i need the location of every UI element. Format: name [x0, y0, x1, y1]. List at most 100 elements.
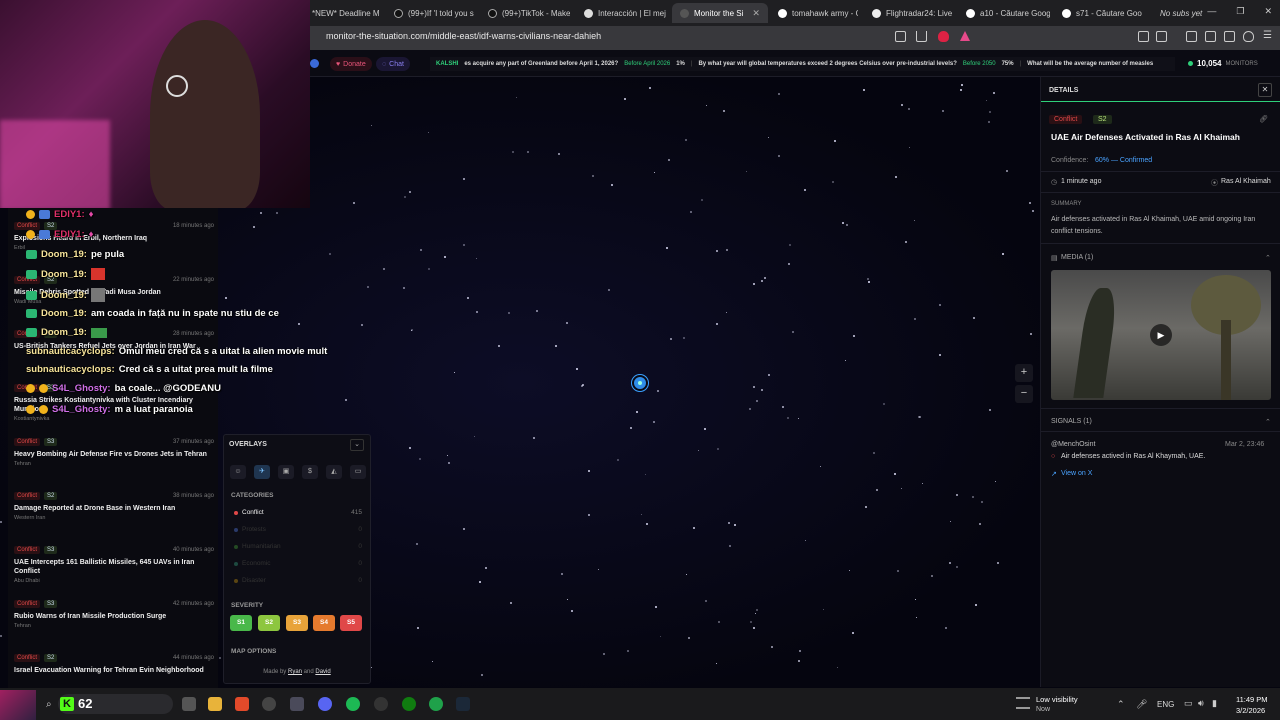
zoom-in-button[interactable]: +: [1015, 364, 1033, 382]
event-item[interactable]: Conflict S2 44 minutes ago Israel Evacuati…: [14, 654, 214, 675]
monitors-label: MONITORS: [1225, 60, 1258, 67]
donate-button[interactable]: ♥ Donate: [330, 57, 372, 71]
brave-shield-icon[interactable]: [938, 31, 949, 42]
tab-4[interactable]: Interacción | El mej: [576, 3, 668, 23]
steam-icon[interactable]: [456, 697, 470, 711]
kalshi-ticker[interactable]: KALSHI es acquire any part of Greenland …: [430, 57, 1175, 71]
category-protests[interactable]: Protests 0: [234, 526, 362, 533]
tab-2[interactable]: (99+)If 'I told you s: [386, 3, 476, 23]
tab-1[interactable]: *NEW* Deadline M: [304, 3, 382, 23]
url-field[interactable]: monitor-the-situation.com/middle-east/id…: [326, 31, 601, 41]
brave-icon[interactable]: [235, 697, 249, 711]
markets-layer-icon[interactable]: $: [302, 465, 318, 479]
zoom-out-button[interactable]: −: [1015, 385, 1033, 403]
author-link[interactable]: Ryan: [288, 669, 302, 675]
close-details-icon[interactable]: ✕: [1258, 83, 1272, 97]
tab-6[interactable]: tomahawk army - G: [770, 3, 858, 23]
volume-icon[interactable]: 🔊︎: [1198, 698, 1204, 709]
star-dot: [727, 521, 730, 524]
share-icon[interactable]: [916, 31, 927, 42]
extensions-icon[interactable]: [1138, 31, 1149, 42]
microphone-icon[interactable]: 🎤︎: [1136, 699, 1147, 710]
category-economic[interactable]: Economic 0: [234, 560, 362, 567]
wallet-icon[interactable]: [1205, 31, 1216, 42]
star-dot: [462, 527, 465, 530]
app-icon[interactable]: [374, 697, 388, 711]
star-dot: [640, 514, 642, 516]
taskbar-search-box[interactable]: [58, 694, 173, 714]
event-item[interactable]: Conflict S2 38 minutes ago Damage Reported…: [14, 492, 214, 521]
signals-label[interactable]: SIGNALS (1): [1051, 418, 1092, 425]
star-dot: [328, 252, 331, 255]
star-dot: [484, 566, 487, 569]
search-icon[interactable]: ⌕: [46, 699, 52, 710]
tab-8[interactable]: a10 - Căutare Goog: [958, 3, 1050, 23]
severity-s2-button[interactable]: S2: [258, 615, 280, 631]
map-options-label[interactable]: MAP OPTIONS: [231, 648, 276, 655]
tab-5-active[interactable]: Monitor the Si ✕: [672, 3, 768, 23]
file-explorer-icon[interactable]: [208, 697, 222, 711]
view-on-x-link[interactable]: View on X: [1061, 470, 1092, 477]
emote-icon: [90, 268, 105, 280]
close-window-icon[interactable]: ✕: [1264, 6, 1272, 17]
lock-layer-icon[interactable]: ▣: [278, 465, 294, 479]
event-item[interactable]: Conflict S3 37 minutes ago Heavy Bombing A…: [14, 438, 214, 467]
weather-text[interactable]: Low visibility: [1036, 695, 1078, 704]
store-icon[interactable]: [290, 697, 304, 711]
collapse-chevron-icon[interactable]: ⌄: [350, 439, 364, 451]
language-indicator[interactable]: ENG: [1157, 700, 1174, 709]
tab-9[interactable]: s71 - Căutare Goo: [1054, 3, 1144, 23]
category-conflict[interactable]: Conflict 415: [234, 509, 362, 516]
minimize-icon[interactable]: —: [1207, 6, 1216, 17]
chevron-up-icon[interactable]: ⌃: [1265, 254, 1271, 262]
event-feed[interactable]: Conflict S2 18 minutes ago Explosions Hear…: [8, 208, 218, 688]
xbox-icon[interactable]: [402, 697, 416, 711]
network-icon[interactable]: ▭: [1184, 698, 1193, 709]
event-marker[interactable]: [634, 377, 646, 389]
severity-s4-button[interactable]: S4: [313, 615, 335, 631]
event-item[interactable]: Conflict S3 40 minutes ago UAE Intercepts …: [14, 546, 214, 584]
play-icon[interactable]: ▶: [1150, 324, 1172, 346]
severity-s5-button[interactable]: S5: [340, 615, 362, 631]
app-icon[interactable]: [429, 697, 443, 711]
battery-icon[interactable]: ▮: [1212, 698, 1217, 709]
event-item[interactable]: Conflict S3 42 minutes ago Rubio Warns of …: [14, 600, 214, 629]
category-humanitarian[interactable]: Humanitarian 0: [234, 543, 362, 550]
star-dot: [428, 132, 430, 134]
tab-7[interactable]: Flightradar24: Live: [864, 3, 954, 23]
chat-button[interactable]: ◌ Chat: [376, 57, 410, 71]
severity-s1-button[interactable]: S1: [230, 615, 252, 631]
star-dot: [476, 310, 479, 313]
obs-icon[interactable]: [262, 697, 276, 711]
star-dot: [353, 202, 356, 205]
media-video-thumbnail[interactable]: ▶: [1051, 270, 1271, 400]
tab-3[interactable]: (99+)TikTok - Make: [480, 3, 570, 23]
link-icon[interactable]: 🔗︎: [1259, 115, 1268, 123]
camera-layer-icon[interactable]: ▭: [350, 465, 366, 479]
menu-icon[interactable]: ☰: [1263, 30, 1272, 41]
chevron-up-icon[interactable]: ⌃: [1265, 418, 1271, 426]
author-link[interactable]: David: [315, 669, 330, 675]
tray-chevron-icon[interactable]: ⌃: [1117, 699, 1125, 710]
spotify-icon[interactable]: [346, 697, 360, 711]
category-disaster[interactable]: Disaster 0: [234, 577, 362, 584]
maximize-icon[interactable]: ❐: [1236, 6, 1244, 17]
tab-search-icon[interactable]: [1156, 31, 1167, 42]
clock-time[interactable]: 11:49 PM: [1236, 695, 1268, 704]
ships-layer-icon[interactable]: ◭: [326, 465, 342, 479]
media-label[interactable]: MEDIA (1): [1061, 254, 1093, 261]
severity-s3-button[interactable]: S3: [286, 615, 308, 631]
screenshot-icon[interactable]: [895, 31, 906, 42]
task-view-icon[interactable]: [182, 697, 196, 711]
tab-10[interactable]: No subs yet: [1152, 3, 1212, 23]
close-tab-icon[interactable]: ✕: [752, 8, 760, 19]
sidebar-icon[interactable]: [1186, 31, 1197, 42]
signal-author[interactable]: @MenchOsint: [1051, 441, 1095, 448]
people-layer-icon[interactable]: ☺: [230, 465, 246, 479]
vpn-icon[interactable]: [1243, 31, 1254, 42]
flights-layer-icon[interactable]: ✈: [254, 465, 270, 479]
chat-message: subnauticacyclops: Omul meu cred că s a u…: [26, 346, 327, 357]
discord-icon[interactable]: [318, 697, 332, 711]
brave-rewards-icon[interactable]: [960, 31, 970, 41]
downloads-icon[interactable]: [1224, 31, 1235, 42]
